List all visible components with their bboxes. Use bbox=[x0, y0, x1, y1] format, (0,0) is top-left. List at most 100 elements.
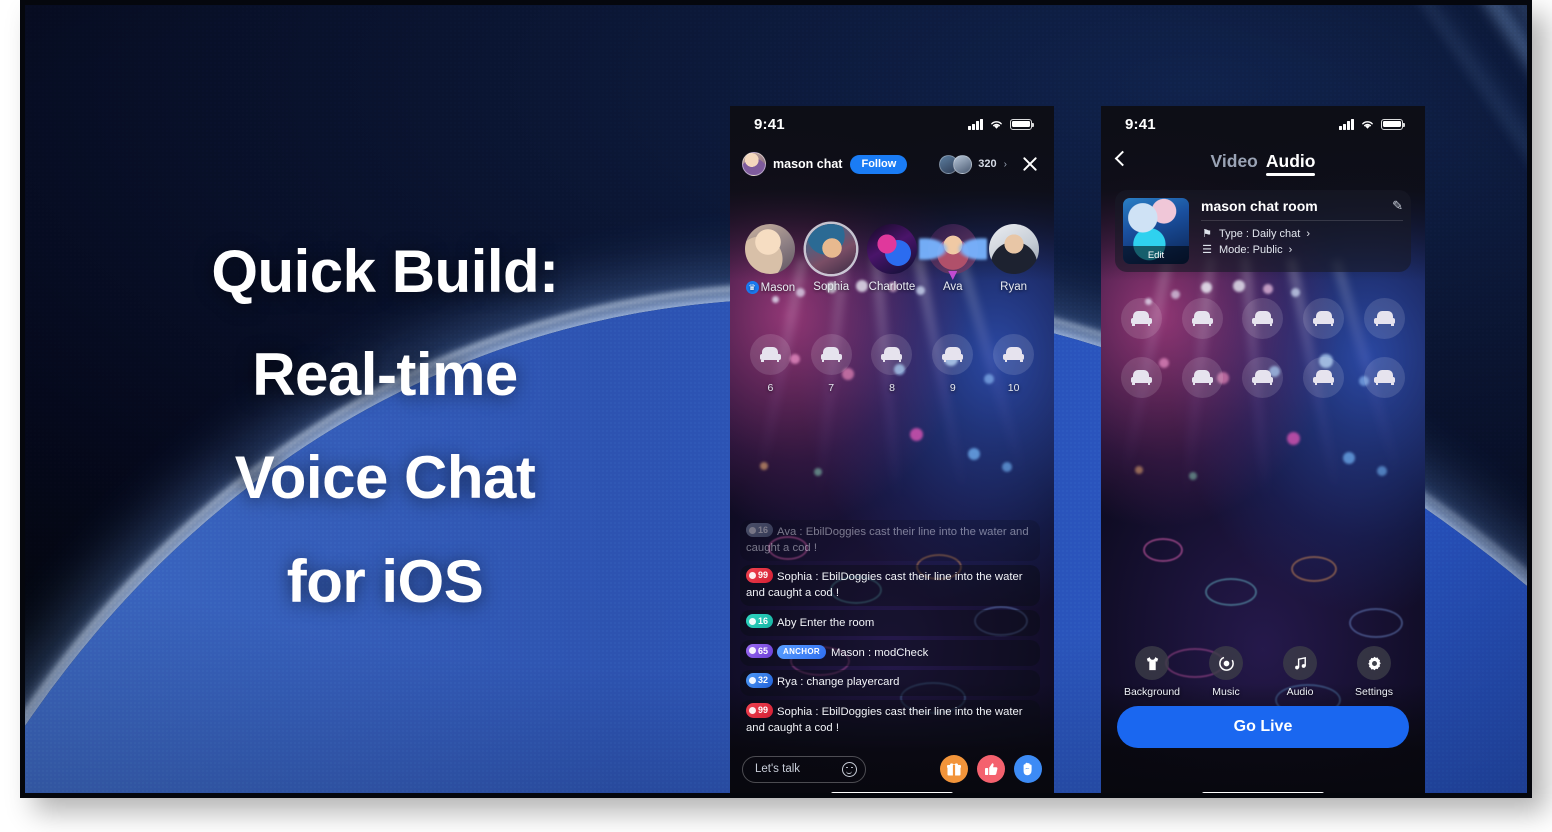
speaker-name: ♛ Mason bbox=[745, 281, 795, 294]
composer-bar: Let's talk bbox=[742, 755, 1042, 783]
empty-seat-row: 6 7 8 9 10 bbox=[730, 334, 1054, 394]
wings-frame-icon bbox=[918, 228, 987, 270]
sofa-seat-icon[interactable] bbox=[1120, 357, 1162, 398]
speaker-sophia[interactable]: Sophia bbox=[802, 224, 860, 294]
chat-input[interactable]: Let's talk bbox=[742, 755, 866, 783]
tool-audio[interactable]: Audio bbox=[1269, 646, 1331, 698]
seat-number: 10 bbox=[1007, 382, 1020, 394]
chat-message: 65 ANCHOR Mason : modCheck bbox=[740, 640, 1040, 666]
thumbs-up-icon[interactable] bbox=[977, 755, 1005, 783]
seat-8[interactable]: 8 bbox=[867, 334, 917, 394]
level-badge: 99 bbox=[746, 703, 774, 718]
sofa-seat-icon[interactable] bbox=[1364, 357, 1406, 398]
smiley-icon[interactable] bbox=[842, 761, 857, 777]
speaker-avatar bbox=[918, 224, 987, 280]
music-disc-icon bbox=[1209, 646, 1243, 680]
tab-audio[interactable]: Audio bbox=[1265, 151, 1315, 176]
battery-icon bbox=[1381, 118, 1405, 130]
level-badge: 16 bbox=[746, 523, 774, 538]
phone-mockup-live-room: 9:41 mason chat Follow 320 › ♛ Mason Sop… bbox=[730, 106, 1054, 793]
chat-message: 99 Sophia : EbilDoggies cast their line i… bbox=[740, 564, 1040, 607]
edit-pencil-icon[interactable]: ✎ bbox=[1392, 198, 1403, 214]
seat-9[interactable]: 9 bbox=[928, 334, 978, 394]
seat-10[interactable]: 10 bbox=[989, 334, 1039, 394]
chevron-right-icon: › bbox=[1306, 227, 1310, 240]
speaker-charlotte[interactable]: Charlotte bbox=[863, 224, 921, 294]
seat-number: 7 bbox=[828, 382, 835, 394]
home-indicator bbox=[831, 791, 953, 793]
seat-6[interactable]: 6 bbox=[745, 334, 795, 394]
edit-cover-label[interactable]: Edit bbox=[1123, 246, 1189, 264]
raise-hand-icon[interactable] bbox=[1014, 755, 1042, 783]
status-time: 9:41 bbox=[754, 115, 785, 133]
tool-background[interactable]: Background bbox=[1121, 646, 1183, 698]
chat-message-text: Ava : EbilDoggies cast their line into t… bbox=[746, 526, 1029, 554]
gear-icon bbox=[1357, 646, 1391, 680]
sofa-seat-icon bbox=[749, 334, 791, 375]
sofa-seat-icon[interactable] bbox=[1303, 298, 1345, 339]
sofa-seat-icon[interactable] bbox=[1242, 357, 1284, 398]
room-mode-label: Mode: Public bbox=[1219, 243, 1283, 256]
tag-icon: ⚑ bbox=[1202, 228, 1212, 240]
sofa-seat-icon[interactable] bbox=[1242, 298, 1284, 339]
back-chevron-icon[interactable] bbox=[1114, 150, 1131, 167]
tool-label: Settings bbox=[1355, 686, 1393, 698]
wifi-icon bbox=[991, 120, 1002, 129]
close-icon[interactable] bbox=[1020, 154, 1040, 174]
anchor-tag: ANCHOR bbox=[777, 644, 826, 659]
host-crown-badge: ♛ bbox=[745, 281, 759, 294]
viewer-count[interactable]: 320 bbox=[978, 158, 996, 170]
speaker-name: Charlotte bbox=[868, 281, 916, 293]
phone-mockup-room-setup: 9:41 Video Audio Edit mason chat room ✎ … bbox=[1101, 106, 1425, 793]
speaker-ryan[interactable]: Ryan bbox=[985, 224, 1043, 294]
chevron-right-icon: › bbox=[1288, 243, 1293, 256]
headline-line-1: Quick Build: bbox=[211, 238, 559, 305]
room-type-row[interactable]: ⚑ Type : Daily chat › bbox=[1201, 227, 1403, 241]
slide-headline: Quick Build: Real-time Voice Chat for iO… bbox=[65, 220, 705, 633]
viewer-avatars[interactable] bbox=[939, 154, 973, 174]
sofa-seat-icon bbox=[932, 334, 974, 375]
setup-navbar: Video Audio bbox=[1101, 144, 1425, 182]
cellular-signal-icon bbox=[1339, 118, 1354, 130]
host-avatar bbox=[742, 152, 766, 176]
tool-label: Audio bbox=[1286, 686, 1314, 698]
follow-button[interactable]: Follow bbox=[850, 154, 908, 174]
live-room-header: mason chat Follow 320 › bbox=[730, 146, 1054, 182]
chat-message: 32 Rya : change playercard bbox=[740, 669, 1040, 696]
speaker-row: ♛ Mason Sophia Charlotte Ava Ryan bbox=[730, 224, 1054, 294]
chat-message-list[interactable]: 16 Ava : EbilDoggies cast their line into… bbox=[740, 519, 1040, 741]
chat-input-placeholder: Let's talk bbox=[755, 763, 801, 775]
tab-video[interactable]: Video bbox=[1211, 151, 1258, 176]
level-badge: 99 bbox=[746, 568, 774, 583]
status-bar: 9:41 bbox=[1101, 106, 1425, 142]
go-live-button[interactable]: Go Live bbox=[1117, 706, 1409, 748]
tshirt-icon bbox=[1135, 646, 1169, 680]
home-indicator bbox=[1202, 791, 1324, 793]
speaker-avatar bbox=[866, 224, 917, 274]
sofa-seat-icon[interactable] bbox=[1120, 298, 1162, 339]
sofa-seat-icon[interactable] bbox=[1181, 357, 1223, 398]
room-cover-thumbnail[interactable]: Edit bbox=[1123, 198, 1189, 264]
seat-number: 6 bbox=[767, 382, 774, 394]
tool-label: Background bbox=[1123, 686, 1181, 698]
sofa-seat-icon bbox=[810, 334, 852, 375]
chat-message-text: Sophia : EbilDoggies cast their line int… bbox=[746, 571, 1023, 600]
headline-line-4: for iOS bbox=[286, 547, 484, 615]
tool-settings[interactable]: Settings bbox=[1343, 646, 1405, 698]
headline-line-3: Voice Chat bbox=[234, 444, 536, 512]
sofa-seat-icon[interactable] bbox=[1181, 298, 1223, 339]
sofa-seat-icon[interactable] bbox=[1364, 298, 1406, 339]
sofa-seat-icon[interactable] bbox=[1303, 357, 1345, 398]
seat-number: 8 bbox=[889, 382, 895, 394]
room-mode-row[interactable]: ☰ Mode: Public › bbox=[1201, 243, 1403, 257]
seat-7[interactable]: 7 bbox=[806, 334, 856, 394]
tool-music[interactable]: Music bbox=[1195, 646, 1257, 698]
speaker-avatar bbox=[988, 224, 1039, 274]
gift-icon[interactable] bbox=[940, 755, 968, 783]
cellular-signal-icon bbox=[968, 118, 983, 130]
level-badge: 65 bbox=[746, 643, 774, 658]
speaker-ava[interactable]: Ava bbox=[918, 224, 987, 294]
speaker-mason[interactable]: ♛ Mason bbox=[741, 224, 799, 294]
host-chip[interactable]: mason chat bbox=[742, 152, 842, 176]
chat-message-text: Sophia : EbilDoggies cast their line int… bbox=[746, 706, 1023, 734]
